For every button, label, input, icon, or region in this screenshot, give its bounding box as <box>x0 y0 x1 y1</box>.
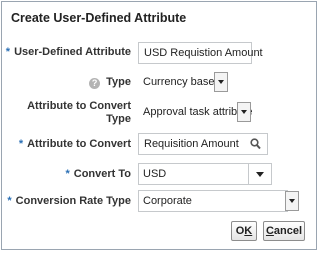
required-marker: * <box>5 46 11 58</box>
user-defined-attribute-label: * User-Defined Attribute <box>5 46 131 58</box>
type-select-value[interactable]: Currency based <box>138 72 221 94</box>
attribute-to-convert-type-select-value[interactable]: Approval task attribute <box>138 102 252 124</box>
conversion-rate-type-dropdown-button[interactable] <box>285 191 299 211</box>
type-dropdown-button[interactable] <box>214 72 228 92</box>
search-icon[interactable] <box>250 138 261 150</box>
conversion-rate-type-select-value[interactable]: Corporate <box>138 190 288 212</box>
help-icon[interactable]: ? <box>89 78 101 89</box>
create-attribute-dialog: Create User-Defined Attribute * User-Defi… <box>1 1 317 250</box>
convert-to-dropdown-button[interactable] <box>248 163 272 185</box>
ok-button[interactable]: OK <box>231 221 257 241</box>
conversion-rate-type-label: * Conversion Rate Type <box>7 195 131 207</box>
type-label: ? Type <box>89 76 131 89</box>
attribute-to-convert-input[interactable]: Requisition Amount <box>138 133 268 155</box>
attribute-to-convert-type-dropdown-button[interactable] <box>237 102 251 122</box>
user-defined-attribute-input[interactable]: USD Requistion Amount <box>138 42 263 64</box>
attribute-to-convert-label: * Attribute to Convert <box>18 138 131 150</box>
attribute-to-convert-type-label: Attribute to Convert Type <box>27 100 131 125</box>
convert-to-select-value[interactable]: USD <box>138 163 249 185</box>
cancel-button[interactable]: Cancel <box>263 221 305 241</box>
dialog-title: Create User-Defined Attribute <box>11 11 187 25</box>
convert-to-label: * Convert To <box>65 168 131 180</box>
